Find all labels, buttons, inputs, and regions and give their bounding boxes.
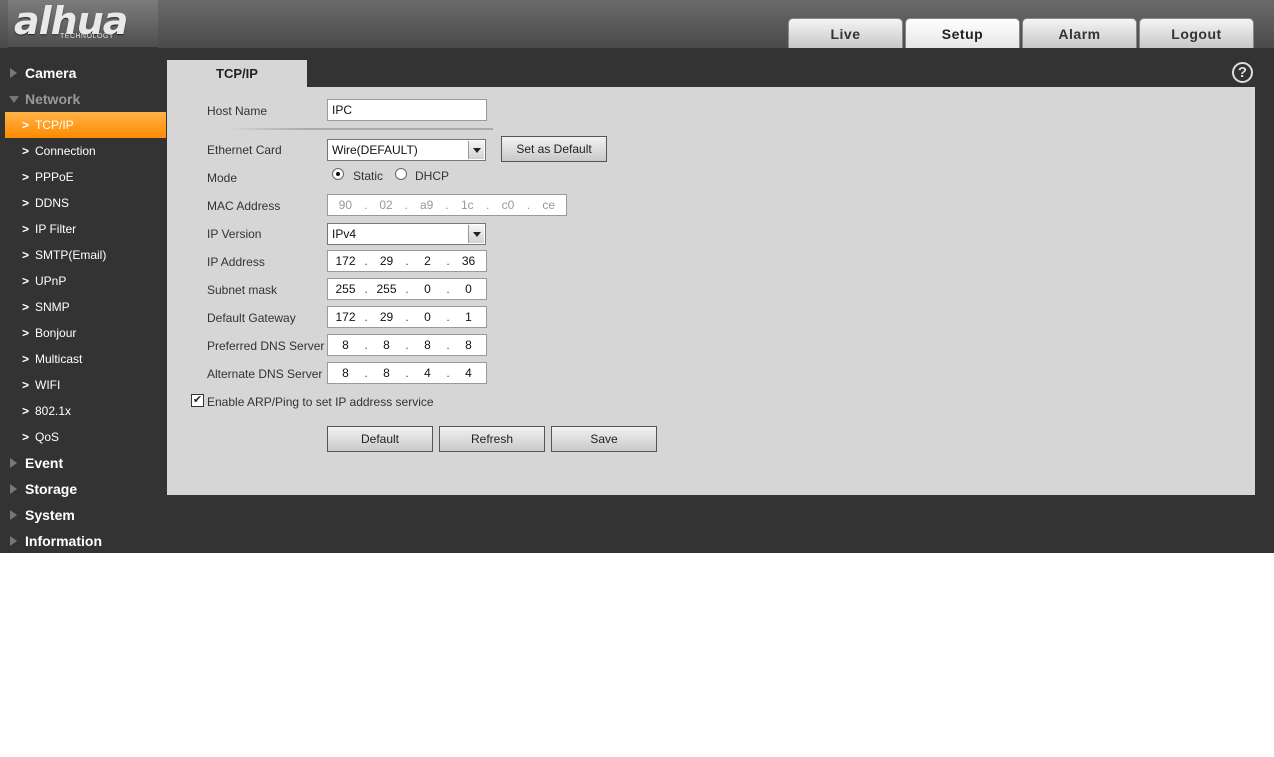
sidebar-item-bonjour[interactable]: > Bonjour	[0, 320, 166, 346]
chevron-right-icon: >	[22, 170, 30, 184]
tab-alarm[interactable]: Alarm	[1022, 18, 1137, 48]
mode-label: Mode	[207, 171, 238, 185]
sidebar-item-ddns[interactable]: > DDNS	[0, 190, 166, 216]
alternate-dns-label: Alternate DNS Server	[207, 367, 323, 381]
default-gateway-input[interactable]: 172. 29. 0. 1	[327, 306, 487, 328]
collapse-arrow-icon	[9, 96, 19, 103]
expand-arrow-icon	[10, 484, 17, 494]
sidebar-cat-storage[interactable]: Storage	[0, 476, 166, 502]
sidebar-item-tcpip[interactable]: > TCP/IP	[5, 112, 166, 138]
ethernet-card-select[interactable]: Wire(DEFAULT)	[327, 139, 486, 161]
default-button[interactable]: Default	[327, 426, 433, 452]
tab-setup[interactable]: Setup	[905, 18, 1020, 48]
arp-ping-checkbox[interactable]: ✔	[191, 394, 204, 407]
sidebar-item-smtp[interactable]: > SMTP(Email)	[0, 242, 166, 268]
ip-version-label: IP Version	[207, 227, 262, 241]
sidebar-menu: Camera Network > TCP/IP > Connection > PPPo…	[0, 60, 166, 554]
ip-address-input[interactable]: 172. 29. 2. 36	[327, 250, 487, 272]
ip-version-select[interactable]: IPv4	[327, 223, 486, 245]
sidebar-item-snmp[interactable]: > SNMP	[0, 294, 166, 320]
expand-arrow-icon	[10, 68, 17, 78]
chevron-right-icon: >	[22, 248, 30, 262]
arp-ping-label: Enable ARP/Ping to set IP address servic…	[207, 395, 434, 409]
sidebar-item-qos[interactable]: > QoS	[0, 424, 166, 450]
dahua-logo: alhua TECHNOLOGY	[8, 0, 158, 48]
sidebar-item-8021x[interactable]: >802.1x	[0, 398, 166, 424]
mode-static-label: Static	[353, 169, 384, 183]
sidebar-cat-event[interactable]: Event	[0, 450, 166, 476]
tab-live[interactable]: Live	[788, 18, 903, 48]
alternate-dns-input[interactable]: 8. 8. 4. 4	[327, 362, 487, 384]
tab-tcpip[interactable]: TCP/IP	[167, 60, 307, 87]
header-bar: alhua TECHNOLOGY Live Setup Alarm Logout	[0, 0, 1274, 48]
sidebar-cat-system[interactable]: System	[0, 502, 166, 528]
chevron-right-icon: >	[22, 222, 30, 236]
chevron-right-icon: >	[22, 196, 30, 210]
divider	[227, 128, 493, 130]
sidebar-item-wifi[interactable]: > WIFI	[0, 372, 166, 398]
preferred-dns-input[interactable]: 8. 8. 8. 8	[327, 334, 487, 356]
tab-logout[interactable]: Logout	[1139, 18, 1254, 48]
chevron-right-icon: >	[22, 118, 30, 132]
preferred-dns-label: Preferred DNS Server	[207, 339, 325, 353]
top-tabs: Live Setup Alarm Logout	[788, 18, 1254, 48]
chevron-right-icon: >	[22, 430, 30, 444]
tcpip-settings-panel: Host Name IPC Ethernet Card Wire(DEFAULT…	[167, 87, 1255, 495]
sidebar-item-multicast[interactable]: > Multicast	[0, 346, 166, 372]
refresh-button[interactable]: Refresh	[439, 426, 545, 452]
mode-dhcp-radio[interactable]	[395, 168, 407, 180]
mac-address-label: MAC Address	[207, 199, 281, 213]
chevron-right-icon: >	[22, 326, 30, 340]
chevron-right-icon: >	[22, 378, 30, 392]
sidebar-item-ip-filter[interactable]: > IP Filter	[0, 216, 166, 242]
mode-static-radio[interactable]	[332, 168, 344, 180]
ethernet-card-label: Ethernet Card	[207, 143, 282, 157]
expand-arrow-icon	[10, 458, 17, 468]
mac-address-field: 90. 02. a9. 1c. c0. ce	[327, 194, 567, 216]
ethernet-card-value: Wire(DEFAULT)	[332, 143, 418, 157]
sidebar-cat-network[interactable]: Network	[0, 86, 166, 112]
ip-address-label: IP Address	[207, 255, 265, 269]
sidebar-cat-camera[interactable]: Camera	[0, 60, 166, 86]
save-button[interactable]: Save	[551, 426, 657, 452]
logo-subtitle: TECHNOLOGY	[60, 33, 115, 40]
default-gateway-label: Default Gateway	[207, 311, 296, 325]
subnet-mask-label: Subnet mask	[207, 283, 278, 297]
mode-dhcp-label: DHCP	[415, 169, 450, 183]
ip-version-value: IPv4	[332, 227, 357, 241]
dropdown-arrow-icon	[468, 225, 484, 243]
set-as-default-button[interactable]: Set as Default	[501, 136, 607, 162]
chevron-right-icon: >	[22, 144, 30, 158]
sidebar-cat-information[interactable]: Information	[0, 528, 166, 554]
host-name-input[interactable]: IPC	[327, 99, 487, 121]
chevron-right-icon: >	[22, 404, 30, 418]
sidebar-item-upnp[interactable]: > UPnP	[0, 268, 166, 294]
expand-arrow-icon	[10, 536, 17, 546]
subnet-mask-input[interactable]: 255. 255. 0. 0	[327, 278, 487, 300]
chevron-right-icon: >	[22, 352, 30, 366]
sidebar-item-pppoe[interactable]: > PPPoE	[0, 164, 166, 190]
sidebar-item-connection[interactable]: > Connection	[0, 138, 166, 164]
expand-arrow-icon	[10, 510, 17, 520]
host-name-label: Host Name	[207, 104, 268, 118]
chevron-right-icon: >	[22, 300, 30, 314]
dropdown-arrow-icon	[468, 141, 484, 159]
help-icon[interactable]: ?	[1232, 62, 1253, 83]
chevron-right-icon: >	[22, 274, 30, 288]
